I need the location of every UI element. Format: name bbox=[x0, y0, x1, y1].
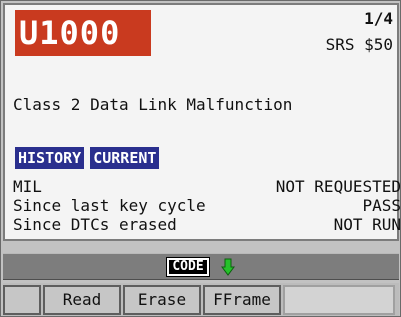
softkey-read[interactable]: Read bbox=[43, 284, 121, 315]
status-label: Since last key cycle bbox=[13, 196, 206, 215]
status-tags: HISTORY CURRENT bbox=[15, 147, 160, 169]
status-value: PASS bbox=[362, 196, 401, 215]
status-label: MIL bbox=[13, 177, 42, 196]
page-indicator: 1/4 bbox=[364, 9, 393, 28]
softkey-fframe[interactable]: FFrame bbox=[203, 284, 281, 315]
dtc-code-badge: U1000 bbox=[15, 10, 151, 56]
softkey-row: Read Erase FFrame bbox=[3, 283, 399, 316]
status-label: Since DTCs erased bbox=[13, 215, 177, 234]
module-label: SRS $50 bbox=[325, 35, 393, 54]
history-tag: HISTORY bbox=[15, 147, 85, 169]
scan-tool-screen: U1000 1/4 SRS $50 Class 2 Data Link Malf… bbox=[0, 0, 401, 317]
softkey-5[interactable] bbox=[283, 284, 395, 315]
status-value: NOT RUN bbox=[333, 215, 401, 234]
status-table: MIL NOT REQUESTED Since last key cycle P… bbox=[13, 177, 401, 234]
arrow-down-icon[interactable] bbox=[220, 258, 235, 276]
dtc-description: Class 2 Data Link Malfunction bbox=[13, 95, 293, 114]
current-tag: CURRENT bbox=[90, 147, 160, 169]
navigation-bar: CODE bbox=[3, 253, 399, 280]
softkey-erase[interactable]: Erase bbox=[123, 284, 201, 315]
dtc-detail-panel: U1000 1/4 SRS $50 Class 2 Data Link Malf… bbox=[3, 3, 401, 241]
status-value: NOT REQUESTED bbox=[275, 177, 401, 196]
status-row-mil: MIL NOT REQUESTED bbox=[13, 177, 401, 196]
code-key-icon[interactable]: CODE bbox=[166, 256, 210, 277]
status-row-dtcs-erased: Since DTCs erased NOT RUN bbox=[13, 215, 401, 234]
softkey-1[interactable] bbox=[3, 284, 41, 315]
status-row-last-key-cycle: Since last key cycle PASS bbox=[13, 196, 401, 215]
